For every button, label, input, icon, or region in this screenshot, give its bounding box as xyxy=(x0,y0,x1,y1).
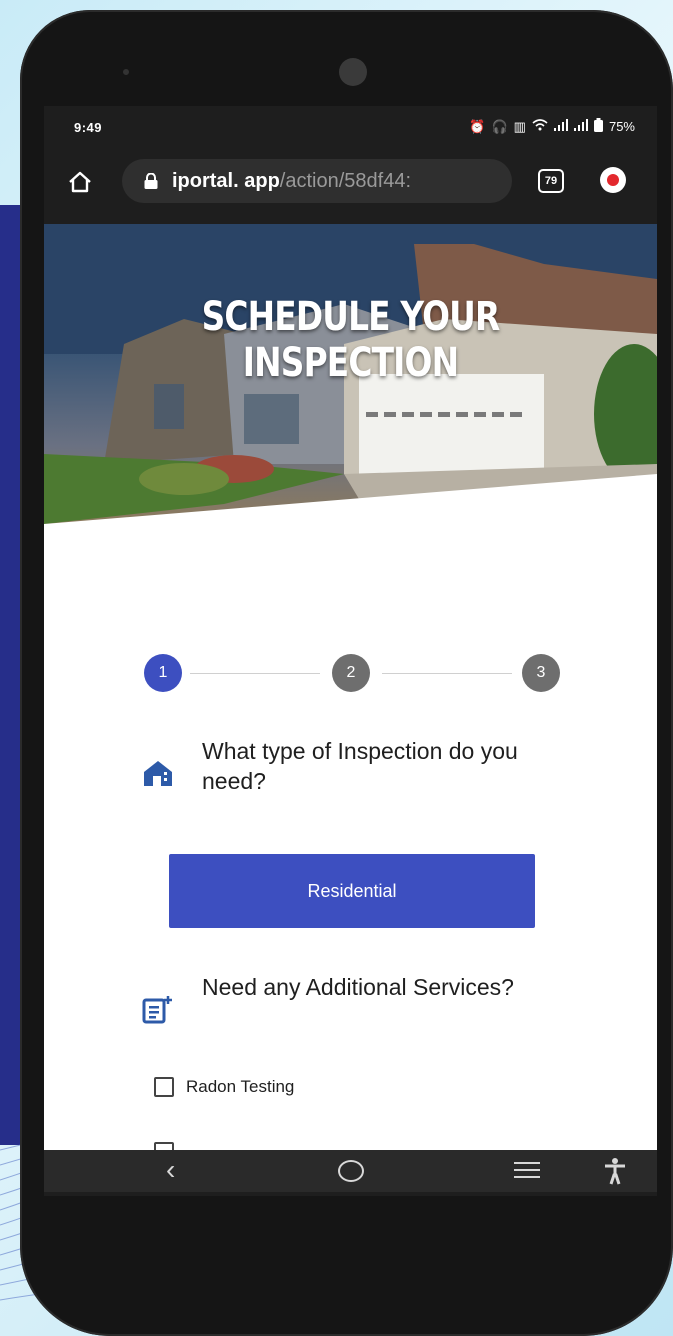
inspection-question-text: What type of Inspection do you need? xyxy=(202,738,518,794)
url-domain: iportal. app xyxy=(172,169,280,192)
headphones-icon: 🎧 xyxy=(491,118,508,134)
recents-menu-icon[interactable] xyxy=(514,1162,540,1183)
additional-services-heading: Need any Additional Services? xyxy=(202,974,514,1000)
web-page: SCHEDULE YOUR INSPECTION 1 2 3 What type… xyxy=(44,224,657,1150)
step-1: 1 xyxy=(144,654,182,692)
step-2: 2 xyxy=(332,654,370,692)
phone-screen: 9:49 ⏰ 🎧 ▥ 75% iportal. app/action/58df4… xyxy=(44,106,657,1196)
next-option-checkbox[interactable] xyxy=(154,1142,174,1150)
url-text: iportal. app/action/58df44: xyxy=(172,170,502,193)
document-add-icon xyxy=(142,994,180,1024)
radon-testing-option[interactable]: Radon Testing xyxy=(154,1074,294,1100)
stepper-line xyxy=(382,673,512,674)
stepper-line xyxy=(190,673,320,674)
vibrate-icon: ▥ xyxy=(513,118,526,134)
status-icons: ⏰ 🎧 ▥ 75% xyxy=(469,118,635,135)
address-bar[interactable]: iportal. app/action/58df44: xyxy=(122,159,512,203)
accessibility-icon[interactable] xyxy=(602,1156,628,1186)
battery-percent: 75% xyxy=(608,119,635,134)
progress-stepper: 1 2 3 xyxy=(144,654,562,694)
tab-switcher-button[interactable]: 79 xyxy=(538,169,564,193)
house-photo xyxy=(44,224,657,594)
page-title: SCHEDULE YOUR INSPECTION xyxy=(201,294,501,386)
home-circle-icon[interactable] xyxy=(338,1160,364,1182)
signal-icon-2 xyxy=(573,119,588,134)
lock-icon xyxy=(144,172,158,189)
browser-home-icon[interactable] xyxy=(66,168,94,196)
signal-icon xyxy=(553,119,568,134)
front-camera xyxy=(339,58,367,86)
status-time: 9:49 xyxy=(74,120,103,135)
android-nav-bar: ‹ xyxy=(44,1150,657,1192)
status-bar: 9:49 ⏰ 🎧 ▥ 75% xyxy=(44,106,657,150)
alarm-icon: ⏰ xyxy=(469,118,486,134)
step-3: 3 xyxy=(522,654,560,692)
house-icon xyxy=(142,758,180,788)
phone-frame: 9:49 ⏰ 🎧 ▥ 75% iportal. app/action/58df4… xyxy=(20,10,673,1336)
wifi-icon xyxy=(532,119,548,134)
url-path: /action/58df44: xyxy=(279,169,412,192)
sensor-dot xyxy=(123,69,129,75)
browser-url-bar: iportal. app/action/58df44: 79 xyxy=(44,156,657,216)
extension-icon[interactable] xyxy=(600,167,626,193)
radon-testing-checkbox[interactable] xyxy=(154,1077,174,1097)
hero-banner: SCHEDULE YOUR INSPECTION xyxy=(44,224,657,594)
back-icon[interactable]: ‹ xyxy=(166,1154,175,1186)
battery-icon xyxy=(593,118,603,135)
residential-button[interactable]: Residential xyxy=(169,854,535,928)
radon-testing-label: Radon Testing xyxy=(186,1077,295,1096)
